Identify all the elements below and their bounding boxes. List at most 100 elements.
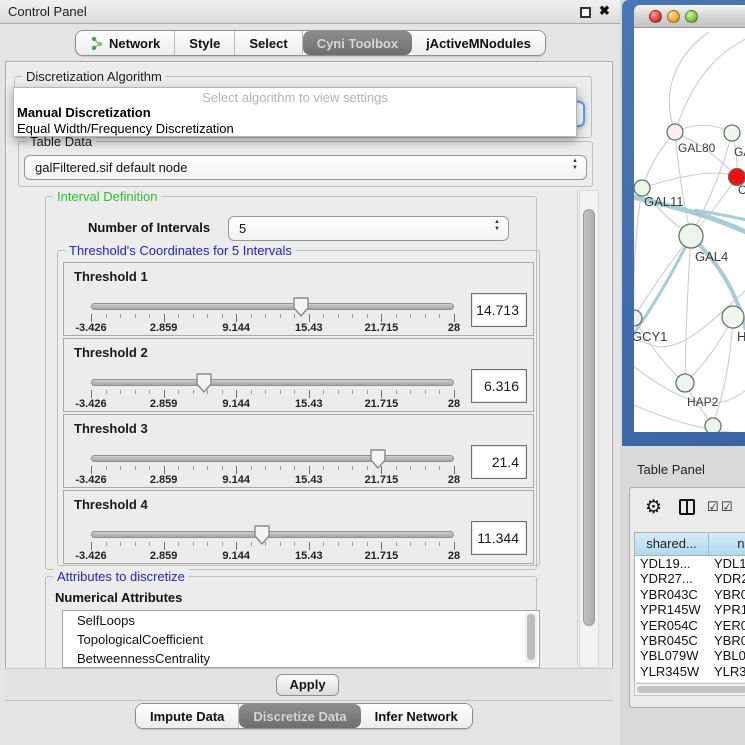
slider-thumb[interactable]	[368, 448, 388, 470]
label-gal80: GAL80	[678, 141, 716, 155]
slider-track[interactable]	[91, 531, 454, 538]
gear-icon[interactable]: ⚙	[645, 496, 662, 519]
algorithm-group-title: Discretization Algorithm	[22, 69, 166, 84]
float-window-icon[interactable]	[580, 7, 591, 18]
popup-option-manual-discretization[interactable]: Manual Discretization	[17, 105, 151, 120]
scrollbar-thumb[interactable]	[583, 209, 595, 626]
network-window-titlebar[interactable]	[634, 5, 745, 28]
minimize-traffic-light[interactable]	[667, 10, 680, 23]
apply-bar: Apply	[5, 668, 613, 701]
node-gal80[interactable]	[667, 124, 683, 140]
columns-icon[interactable]	[679, 499, 695, 515]
panel-title: Control Panel	[8, 4, 87, 19]
slider-thumb[interactable]	[194, 372, 214, 394]
threshold-panel-2: Threshold 2 -3.4262.8599.14415.4321.7152…	[63, 338, 534, 412]
label-gal4: GAL4	[695, 249, 728, 264]
table-panel-title: Table Panel	[637, 462, 705, 477]
table-row[interactable]: YLR345WYLR345W	[635, 664, 745, 679]
close-traffic-light[interactable]	[649, 10, 662, 23]
checkbox-icon[interactable]: ☑	[707, 499, 719, 515]
network-graph: GAL80 GA C GAL11 GAL4 GCY1 H HAP2	[634, 28, 745, 432]
label-hap2: HAP2	[687, 395, 719, 409]
slider-thumb[interactable]	[252, 524, 272, 546]
scrollbar-thumb[interactable]	[637, 686, 745, 693]
checkbox-icon[interactable]: ☑	[721, 499, 733, 515]
slider-tick-labels: -3.4262.8599.14415.4321.71528	[91, 550, 454, 562]
column-header-shared[interactable]: shared...	[635, 533, 709, 556]
label-partial-ga: GA	[734, 145, 745, 159]
tab-jactivemnodules[interactable]: jActiveMNodules	[412, 31, 545, 55]
algorithm-dropdown-popup: Select algorithm to view settings Manual…	[13, 87, 577, 137]
network-canvas[interactable]: GAL80 GA C GAL11 GAL4 GCY1 H HAP2	[634, 28, 745, 432]
table-row[interactable]: YDL19...YDL19...	[635, 556, 745, 571]
table-row[interactable]: YDR27...YDR27...	[635, 571, 745, 586]
table-row[interactable]: YBL079WYBL079W	[635, 648, 745, 663]
slider-track[interactable]	[91, 455, 454, 462]
settings-vertical-scrollbar[interactable]	[579, 190, 599, 668]
popup-option-equal-width[interactable]: Equal Width/Frequency Discretization	[17, 121, 234, 136]
table-data-combobox[interactable]: galFiltered.sif default node ▲▼	[24, 155, 587, 180]
threshold-value-field[interactable]: 6.316	[471, 369, 527, 403]
slider-track[interactable]	[91, 303, 454, 310]
popup-placeholder-option[interactable]: Select algorithm to view settings	[14, 90, 576, 105]
interval-definition-title: Interval Definition	[53, 190, 161, 204]
number-of-intervals-spinner[interactable]: 5 ▲▼	[228, 216, 509, 241]
tab-cyni-toolbox[interactable]: Cyni Toolbox	[303, 31, 412, 55]
slider-tick-labels: -3.4262.8599.14415.4321.71528	[91, 474, 454, 486]
top-tab-bar: Network Style Select Cyni Toolbox jActiv…	[75, 30, 546, 56]
control-panel: Control Panel ✖ Network Style Select Cyn…	[0, 0, 620, 745]
spinner-arrows-icon: ▲▼	[494, 219, 500, 233]
numerical-attributes-list: SelfLoops TopologicalCoefficient Between…	[62, 610, 540, 668]
tab-discretize-data[interactable]: Discretize Data	[239, 704, 360, 728]
list-item[interactable]: TopologicalCoefficient	[63, 630, 539, 649]
network-window: GAL80 GA C GAL11 GAL4 GCY1 H HAP2	[622, 0, 745, 446]
table-row[interactable]: YIL052CYIL052C	[635, 679, 745, 682]
tab-label: Style	[189, 36, 220, 51]
threshold-label: Threshold 1	[74, 269, 148, 284]
threshold-label: Threshold 4	[74, 497, 148, 512]
close-icon[interactable]: ✖	[599, 3, 610, 19]
threshold-value-field[interactable]: 11.344	[471, 521, 527, 555]
column-header-name[interactable]: name	[709, 533, 745, 556]
label-partial-c: C	[738, 183, 745, 197]
node-partial-top-right[interactable]	[724, 125, 740, 141]
tab-label: Impute Data	[150, 709, 224, 724]
table-data-value: galFiltered.sif default node	[35, 160, 187, 175]
tab-label: Infer Network	[375, 709, 458, 724]
tab-infer-network[interactable]: Infer Network	[361, 704, 472, 728]
bottom-tab-bar: Impute Data Discretize Data Infer Networ…	[135, 703, 473, 729]
node-gal4[interactable]	[679, 224, 703, 248]
control-panel-titlebar: Control Panel ✖	[0, 0, 620, 24]
tab-label: Cyni Toolbox	[317, 36, 398, 51]
threshold-label: Threshold 2	[74, 345, 148, 360]
table-row[interactable]: YER054CYER054C	[635, 618, 745, 633]
threshold-value-field[interactable]: 14.713	[471, 293, 527, 327]
apply-button[interactable]: Apply	[276, 674, 339, 696]
tab-label: Network	[109, 36, 160, 51]
zoom-traffic-light[interactable]	[685, 10, 698, 23]
tab-impute-data[interactable]: Impute Data	[136, 704, 239, 728]
table-data-group: Table Data galFiltered.sif default node …	[18, 141, 593, 187]
attributes-group-title: Attributes to discretize	[53, 569, 189, 584]
slider-tick-labels: -3.4262.8599.14415.4321.71528	[91, 322, 454, 334]
table-row[interactable]: YBR045CYBR045C	[635, 633, 745, 648]
list-scrollbar[interactable]	[525, 613, 537, 663]
tab-network[interactable]: Network	[76, 31, 175, 55]
threshold-value-field[interactable]: 21.4	[471, 445, 527, 479]
list-item[interactable]: BetweennessCentrality	[63, 649, 539, 668]
list-item[interactable]: SelfLoops	[63, 611, 539, 630]
nodes[interactable]	[634, 124, 745, 432]
table-horizontal-scrollbar[interactable]	[634, 683, 745, 696]
node-hap2[interactable]	[676, 374, 694, 392]
number-of-intervals-label: Number of Intervals	[88, 220, 210, 235]
slider-track[interactable]	[91, 379, 454, 386]
threshold-panel-1: Threshold 1 -3.4262.8599.14415.4321.7152…	[63, 262, 534, 336]
node-h[interactable]	[722, 306, 744, 328]
tab-label: jActiveMNodules	[426, 36, 531, 51]
slider-thumb[interactable]	[291, 296, 311, 318]
tab-style[interactable]: Style	[175, 31, 235, 55]
tab-select[interactable]: Select	[235, 31, 302, 55]
table-row[interactable]: YBR043CYBR043C	[635, 587, 745, 602]
table-row[interactable]: YPR145WYPR145W	[635, 602, 745, 617]
node-partial-bottom[interactable]	[705, 418, 721, 432]
